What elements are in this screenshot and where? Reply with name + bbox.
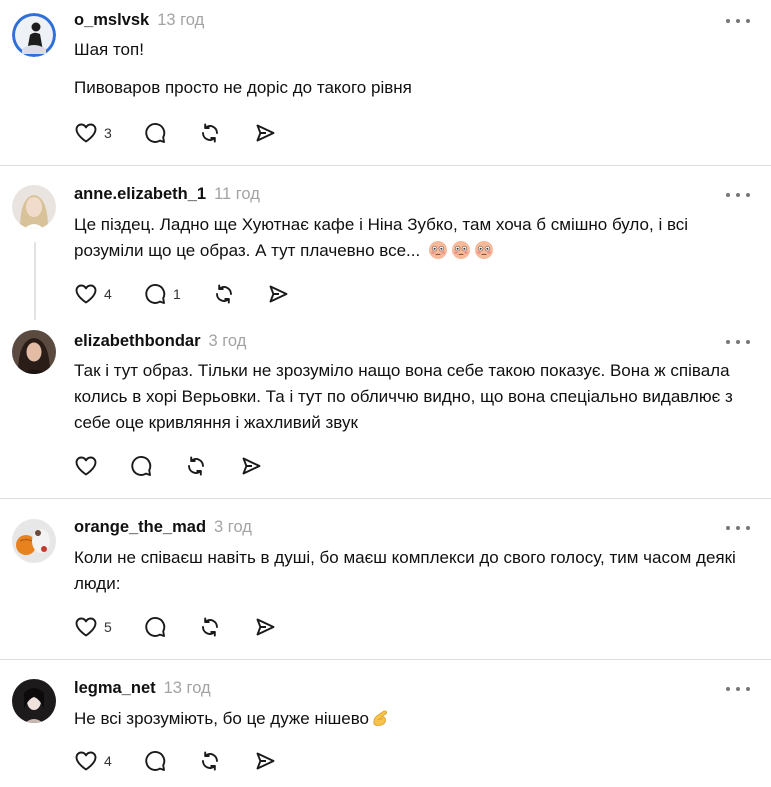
repost-button[interactable] xyxy=(198,120,222,146)
reply-button[interactable] xyxy=(129,453,153,479)
avatar[interactable] xyxy=(12,519,56,563)
repost-button[interactable] xyxy=(198,614,222,640)
comment-icon xyxy=(145,617,166,637)
repost-icon xyxy=(202,751,218,771)
avatar-image xyxy=(12,13,56,57)
like-count: 4 xyxy=(104,286,112,302)
send-icon xyxy=(256,752,275,770)
post-o-mslvsk: o_mslvsk 13 год Шая топ! Пивоваров прост… xyxy=(0,0,771,165)
heart-icon xyxy=(75,284,97,304)
avatar-image xyxy=(12,185,56,229)
flushed-face-emoji xyxy=(428,241,447,259)
repost-icon xyxy=(202,617,218,637)
avatar[interactable] xyxy=(12,13,56,57)
post-time: 11 год xyxy=(214,185,260,203)
reply-button[interactable] xyxy=(143,614,167,640)
more-dots-icon[interactable] xyxy=(726,523,750,533)
share-button[interactable] xyxy=(253,120,277,146)
like-count: 5 xyxy=(104,619,112,635)
username[interactable]: legma_net xyxy=(74,679,156,698)
avatar-image xyxy=(12,519,56,563)
send-icon xyxy=(256,618,275,636)
repost-icon xyxy=(188,456,204,476)
repost-icon xyxy=(202,123,218,143)
share-button[interactable] xyxy=(266,281,290,307)
post-text: Коли не співаєш навіть в душі, бо маєш к… xyxy=(74,545,754,597)
avatar[interactable] xyxy=(12,679,56,723)
post-elizabethbondar: elizabethbondar 3 год Так і тут образ. Т… xyxy=(0,316,771,498)
post-line: Коли не співаєш навіть в душі, бо маєш к… xyxy=(74,548,736,593)
post-time: 3 год xyxy=(214,518,252,536)
reply-button[interactable] xyxy=(143,748,167,774)
comment-icon xyxy=(145,284,166,304)
thread-line xyxy=(34,242,36,320)
reply-button[interactable] xyxy=(143,120,167,146)
like-count: 4 xyxy=(104,753,112,769)
send-icon xyxy=(269,285,288,303)
post-line-text: Це піздец. Ладно ще Хуютнає кафе і Ніна … xyxy=(74,215,689,260)
heart-icon xyxy=(75,456,97,476)
post-time: 3 год xyxy=(208,332,247,350)
more-dots-icon[interactable] xyxy=(726,190,750,200)
like-button[interactable]: 5 xyxy=(74,614,112,640)
post-orange-the-mad: orange_the_mad 3 год Коли не співаєш нав… xyxy=(0,499,771,659)
heart-icon xyxy=(75,617,97,637)
send-icon xyxy=(256,124,275,142)
avatar[interactable] xyxy=(12,185,56,229)
username[interactable]: o_mslvsk xyxy=(74,11,149,30)
avatar-image xyxy=(12,679,56,723)
username[interactable]: anne.elizabeth_1 xyxy=(74,185,206,204)
post-text: Це піздец. Ладно ще Хуютнає кафе і Ніна … xyxy=(74,212,754,264)
comment-icon xyxy=(145,751,166,771)
repost-icon xyxy=(216,284,232,304)
repost-button[interactable] xyxy=(212,281,236,307)
heart-icon xyxy=(75,123,97,143)
flushed-face-emoji xyxy=(451,241,470,259)
post-time: 13 год xyxy=(163,679,211,697)
like-button[interactable] xyxy=(74,453,98,479)
comment-icon xyxy=(131,456,152,476)
reply-button[interactable]: 1 xyxy=(143,281,181,307)
post-text: Не всі зрозуміють, бо це дуже нішево xyxy=(74,706,754,732)
repost-button[interactable] xyxy=(184,453,208,479)
avatar-image xyxy=(12,330,56,374)
repost-button[interactable] xyxy=(198,748,222,774)
more-dots-icon[interactable] xyxy=(726,16,750,26)
heart-icon xyxy=(75,751,97,771)
post-line: Пивоваров просто не доріс до такого рівн… xyxy=(74,78,412,97)
more-dots-icon[interactable] xyxy=(726,337,750,347)
post-text: Так і тут образ. Тільки не зрозуміло нащ… xyxy=(74,358,754,436)
post-line: Це піздец. Ладно ще Хуютнає кафе і Ніна … xyxy=(74,212,754,264)
share-button[interactable] xyxy=(253,748,277,774)
pinching-hand-emoji xyxy=(373,710,387,726)
like-button[interactable]: 3 xyxy=(74,120,112,146)
like-count: 3 xyxy=(104,125,112,141)
comment-icon xyxy=(145,123,166,143)
like-button[interactable]: 4 xyxy=(74,281,112,307)
more-dots-icon[interactable] xyxy=(726,684,750,694)
post-line: Не всі зрозуміють, бо це дуже нішево xyxy=(74,706,754,732)
username[interactable]: elizabethbondar xyxy=(74,332,201,351)
post-line: Шая топ! xyxy=(74,40,144,59)
post-text: Шая топ! Пивоваров просто не доріс до та… xyxy=(74,37,754,101)
avatar[interactable] xyxy=(12,330,56,374)
reply-count: 1 xyxy=(173,286,181,302)
share-button[interactable] xyxy=(239,453,263,479)
flushed-face-emoji xyxy=(474,241,493,259)
post-line: Так і тут образ. Тільки не зрозуміло нащ… xyxy=(74,361,733,432)
post-legma-net: legma_net 13 год Не всі зрозуміють, бо ц… xyxy=(0,660,771,787)
username[interactable]: orange_the_mad xyxy=(74,518,206,537)
post-time: 13 год xyxy=(157,11,205,29)
send-icon xyxy=(242,457,261,475)
share-button[interactable] xyxy=(253,614,277,640)
like-button[interactable]: 4 xyxy=(74,748,112,774)
post-line-text: Не всі зрозуміють, бо це дуже нішево xyxy=(74,709,370,728)
post-anne-elizabeth-1: anne.elizabeth_1 11 год Це піздец. Ладно… xyxy=(0,166,771,320)
